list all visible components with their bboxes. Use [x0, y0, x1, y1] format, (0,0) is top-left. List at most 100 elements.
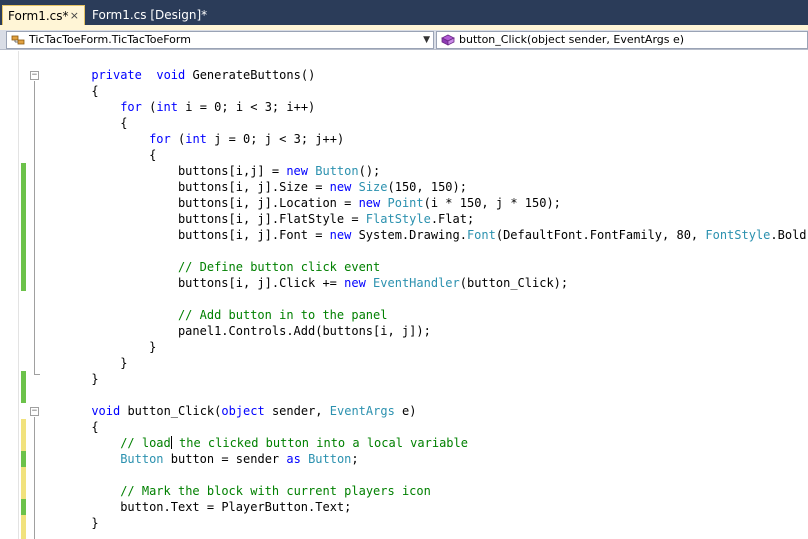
tab-form1-cs[interactable]: Form1.cs* × — [2, 5, 85, 25]
code-line[interactable]: { — [149, 147, 156, 163]
code-comment: // load — [120, 436, 171, 450]
code-line[interactable]: } — [149, 339, 156, 355]
code-keyword: for — [120, 100, 142, 114]
code-line[interactable]: } — [91, 371, 98, 387]
code-line[interactable]: panel1.Controls.Add(buttons[i, j]); — [178, 323, 431, 339]
code-line[interactable]: buttons[i, j].Location = new Point(i * 1… — [178, 195, 561, 211]
code-line[interactable]: { — [120, 115, 127, 131]
code-text: { — [91, 84, 99, 98]
code-line[interactable]: button.Text = PlayerButton.Text; — [120, 499, 351, 515]
code-line[interactable]: // load the clicked button into a local … — [120, 435, 468, 451]
code-keyword: new — [329, 180, 352, 194]
code-text: j = 0; j < 3; j++) — [206, 132, 345, 146]
code-text: } — [120, 356, 128, 370]
method-icon — [441, 34, 455, 46]
change-marker-unsaved — [21, 515, 26, 539]
code-line[interactable]: } — [91, 515, 98, 531]
code-type: Button — [308, 452, 352, 466]
tab-label: Form1.cs* — [8, 9, 69, 23]
change-marker-unsaved — [21, 467, 26, 499]
code-keyword: int — [185, 132, 207, 146]
code-type: FlatStyle — [365, 212, 431, 226]
code-text: (DefaultFont.FontFamily, 80, — [495, 228, 706, 242]
code-type: FontStyle — [705, 228, 771, 242]
code-line[interactable]: Button button = sender as Button; — [120, 451, 358, 467]
code-comment: the clicked button into a local variable — [171, 436, 468, 450]
code-line[interactable]: for (int i = 0; i < 3; i++) — [120, 99, 315, 115]
tab-form1-design[interactable]: Form1.cs [Design]* — [87, 5, 207, 25]
code-text: buttons[i, j].Size = — [177, 180, 330, 194]
code-line[interactable]: for (int j = 0; j < 3; j++) — [149, 131, 344, 147]
code-line[interactable]: buttons[i, j].FlatStyle = FlatStyle.Flat… — [178, 211, 474, 227]
code-editor[interactable]: − − private void GenerateButtons(){for (… — [0, 51, 808, 539]
code-text: ; — [351, 452, 359, 466]
code-line[interactable]: // Mark the block with current players i… — [120, 483, 431, 499]
code-text: .Bold); — [770, 228, 808, 242]
code-text: sender, — [264, 404, 330, 418]
code-text: i = 0; i < 3; i++) — [178, 100, 316, 114]
code-text: .Flat; — [430, 212, 475, 226]
code-line[interactable]: void button_Click(object sender, EventAr… — [91, 403, 416, 419]
code-type: Button — [120, 452, 164, 466]
code-type: Font — [466, 228, 496, 242]
code-text: ( — [141, 100, 157, 114]
code-keyword: new — [344, 276, 366, 290]
type-dropdown[interactable]: TicTacToeForm.TicTacToeForm ▼ — [6, 31, 434, 49]
navigation-bar: TicTacToeForm.TicTacToeForm ▼ button_Cli… — [0, 30, 808, 50]
indicator-margin — [0, 51, 19, 539]
document-tab-strip: Form1.cs* × Form1.cs [Design]* — [0, 0, 808, 30]
code-type: Button — [315, 164, 359, 178]
code-keyword: new — [329, 228, 352, 242]
code-text: { — [149, 148, 157, 162]
code-text: System.Drawing. — [351, 228, 467, 242]
code-text: ( — [170, 132, 186, 146]
code-keyword: new — [286, 164, 309, 178]
code-text: button = sender — [163, 452, 287, 466]
code-text: button_Click( — [120, 404, 222, 418]
code-line[interactable]: private void GenerateButtons() — [91, 67, 315, 83]
code-type: Point — [387, 196, 424, 210]
code-comment: // Add button in to the panel — [177, 308, 388, 322]
code-comment: // Mark the block with current players i… — [120, 484, 431, 498]
change-marker-unsaved — [21, 419, 26, 435]
change-marker-unsaved — [21, 435, 26, 451]
code-line[interactable]: } — [120, 355, 127, 371]
code-keyword: object — [221, 404, 265, 418]
code-text: (i * 150, j * 150); — [423, 196, 561, 210]
code-line[interactable]: buttons[i,j] = new Button(); — [178, 163, 380, 179]
code-line[interactable]: // Define button click event — [178, 259, 380, 275]
code-text: (); — [358, 164, 381, 178]
code-line[interactable]: buttons[i, j].Click += new EventHandler(… — [178, 275, 568, 291]
outline-guide-end — [34, 374, 40, 375]
code-comment: // Define button click event — [177, 260, 381, 274]
change-marker-saved — [21, 371, 26, 403]
tab-close-icon[interactable]: × — [70, 6, 79, 26]
code-line[interactable]: // Add button in to the panel — [178, 307, 388, 323]
member-dropdown-value: button_Click(object sender, EventArgs e) — [459, 33, 685, 46]
code-keyword: as — [286, 452, 301, 466]
code-text: buttons[i, j].Location = — [177, 196, 359, 210]
code-line[interactable]: { — [91, 83, 98, 99]
collapse-toggle-icon[interactable]: − — [30, 71, 39, 80]
code-text: e) — [394, 404, 417, 418]
change-marker-saved — [21, 163, 26, 291]
chevron-down-icon[interactable]: ▼ — [423, 32, 430, 48]
code-keyword: void — [91, 404, 121, 418]
code-text: } — [91, 372, 99, 386]
code-text: (150, 150); — [387, 180, 467, 194]
code-text: } — [91, 516, 99, 530]
code-text: buttons[i, j].FlatStyle = — [177, 212, 366, 226]
code-type: EventArgs — [329, 404, 395, 418]
code-text: buttons[i,j] = — [177, 164, 287, 178]
code-line[interactable]: buttons[i, j].Size = new Size(150, 150); — [178, 179, 467, 195]
code-text: buttons[i, j].Font = — [177, 228, 330, 242]
code-line[interactable]: buttons[i, j].Font = new System.Drawing.… — [178, 227, 808, 243]
collapse-toggle-icon[interactable]: − — [30, 407, 39, 416]
outline-guide — [34, 81, 35, 375]
code-line[interactable]: { — [91, 419, 98, 435]
member-dropdown[interactable]: button_Click(object sender, EventArgs e) — [436, 31, 808, 49]
